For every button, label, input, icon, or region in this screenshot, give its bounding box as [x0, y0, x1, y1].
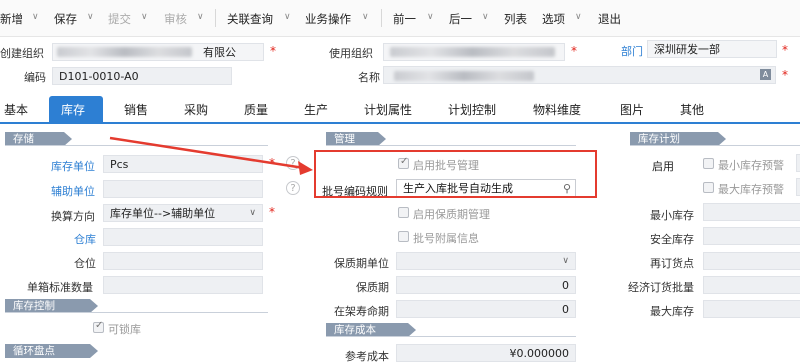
annotation-arrow: [109, 136, 313, 175]
